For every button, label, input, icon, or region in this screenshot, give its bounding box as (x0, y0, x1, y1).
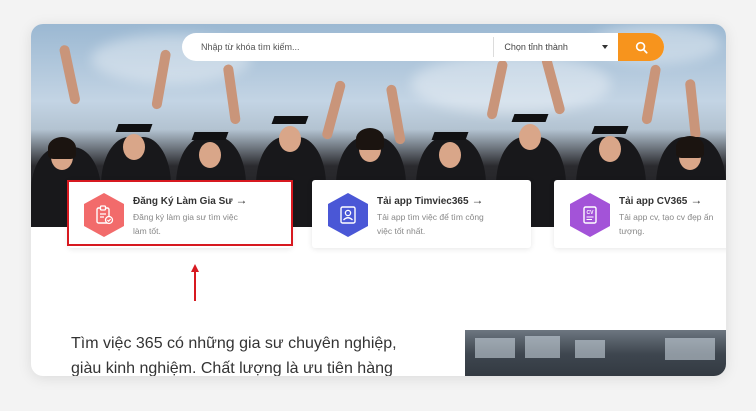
page-frame: Chọn tỉnh thành Đăng Ký Làm Gia Sư→ Đă (31, 24, 726, 376)
card-app-timviec365[interactable]: Tải app Timviec365 → Tải app tìm việc để … (312, 180, 531, 248)
card-title: Tải app Timviec365 → (377, 193, 484, 207)
intro-paragraph: Tìm việc 365 có những gia sư chuyên nghi… (71, 335, 397, 376)
side-photo (465, 330, 726, 376)
id-card-icon (328, 193, 368, 237)
card-description: Đăng ký làm gia sư tìm việc làm tốt. (133, 212, 238, 236)
location-select[interactable]: Chọn tỉnh thành (494, 33, 618, 61)
search-icon (635, 41, 648, 54)
clipboard-check-icon (84, 193, 124, 237)
search-input[interactable] (182, 33, 494, 61)
cv-document-icon: CV (570, 193, 610, 237)
pointer-line (194, 270, 196, 301)
svg-text:CV: CV (587, 210, 595, 216)
arrow-right-icon: → (235, 193, 248, 207)
card-app-cv365[interactable]: CV Tải app CV365 → Tải app cv, tạo cv đẹp… (554, 180, 726, 248)
card-title: Đăng Ký Làm Gia Sư → (133, 193, 248, 207)
arrow-right-icon: → (471, 193, 484, 207)
location-select-label: Chọn tỉnh thành (504, 42, 568, 52)
chevron-down-icon (602, 45, 609, 49)
search-button[interactable] (618, 33, 664, 61)
card-description: Tải app cv, tạo cv đẹp ấn tượng. (619, 212, 714, 236)
card-description: Tải app tìm việc để tìm công việc tốt nh… (377, 212, 484, 236)
arrow-right-icon: → (690, 193, 703, 207)
card-title: Tải app CV365 → (619, 193, 703, 207)
search-bar: Chọn tỉnh thành (182, 33, 664, 61)
card-tutor-register[interactable]: Đăng Ký Làm Gia Sư → Đăng ký làm gia sư t… (68, 180, 292, 248)
